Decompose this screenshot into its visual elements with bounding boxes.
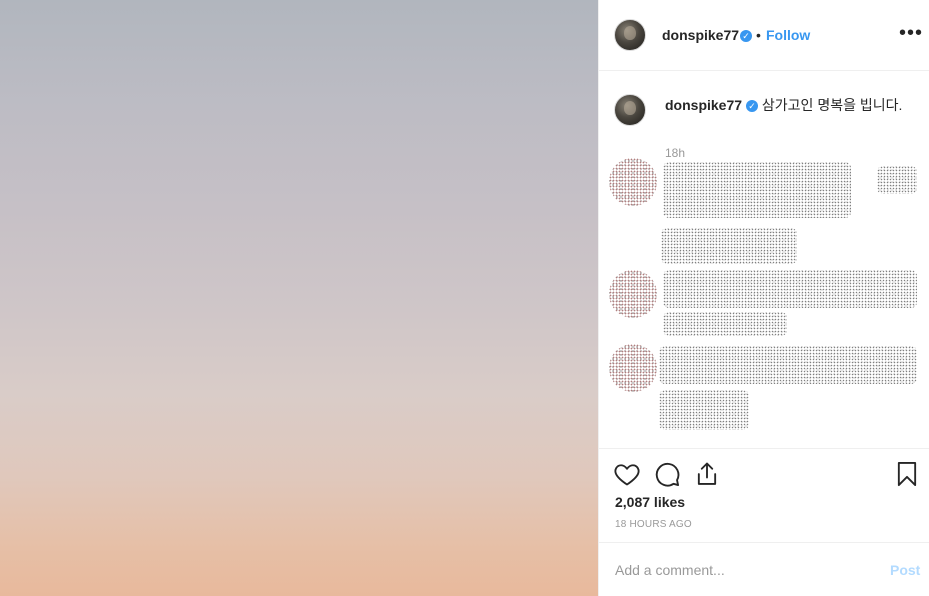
share-icon[interactable]: [693, 460, 721, 488]
header-username[interactable]: donspike77: [662, 27, 739, 43]
post-timestamp[interactable]: 18 HOURS AGO: [615, 519, 692, 530]
caption-username[interactable]: donspike77: [665, 97, 742, 113]
caption-time: 18h: [665, 146, 686, 160]
likes-count[interactable]: 2,087 likes: [615, 494, 685, 510]
redacted-avatar: [609, 158, 657, 206]
bookmark-icon[interactable]: [893, 460, 921, 488]
redacted-comment: [661, 228, 797, 264]
redacted-comment: [659, 390, 749, 430]
post-image[interactable]: [0, 0, 598, 596]
caption-avatar[interactable]: [614, 94, 646, 126]
comments-section: donspike77 ✓ 삼가고인 명복을 빕니다. 18h: [599, 72, 929, 447]
more-options-icon[interactable]: •••: [899, 23, 923, 43]
redacted-avatar: [609, 344, 657, 392]
redacted-avatar: [609, 270, 657, 318]
avatar[interactable]: [614, 19, 646, 51]
caption-text: 삼가고인 명복을 빕니다.: [761, 97, 903, 113]
redacted-comment: [659, 346, 917, 384]
redacted-comment: [877, 166, 917, 194]
post-side-panel: donspike77 ✓ • Follow ••• donspike77 ✓ 삼가…: [598, 0, 929, 596]
follow-button[interactable]: Follow: [766, 27, 810, 43]
verified-badge-icon: ✓: [740, 30, 752, 42]
caption: donspike77 ✓ 삼가고인 명복을 빕니다.: [665, 96, 905, 114]
redacted-comment: [663, 270, 917, 308]
redacted-comment: [663, 162, 851, 218]
comment-icon[interactable]: [653, 460, 681, 488]
separator-dot: •: [756, 27, 761, 43]
post-comment-button[interactable]: Post: [890, 562, 920, 578]
add-comment-bar: Post: [599, 542, 929, 596]
comment-input[interactable]: [615, 560, 875, 580]
heart-icon[interactable]: [613, 460, 641, 488]
caption-verified-badge-icon: ✓: [746, 100, 759, 112]
post-header: donspike77 ✓ • Follow •••: [599, 0, 929, 71]
post-actions: 2,087 likes 18 HOURS AGO: [599, 448, 929, 542]
redacted-comment: [663, 312, 787, 336]
